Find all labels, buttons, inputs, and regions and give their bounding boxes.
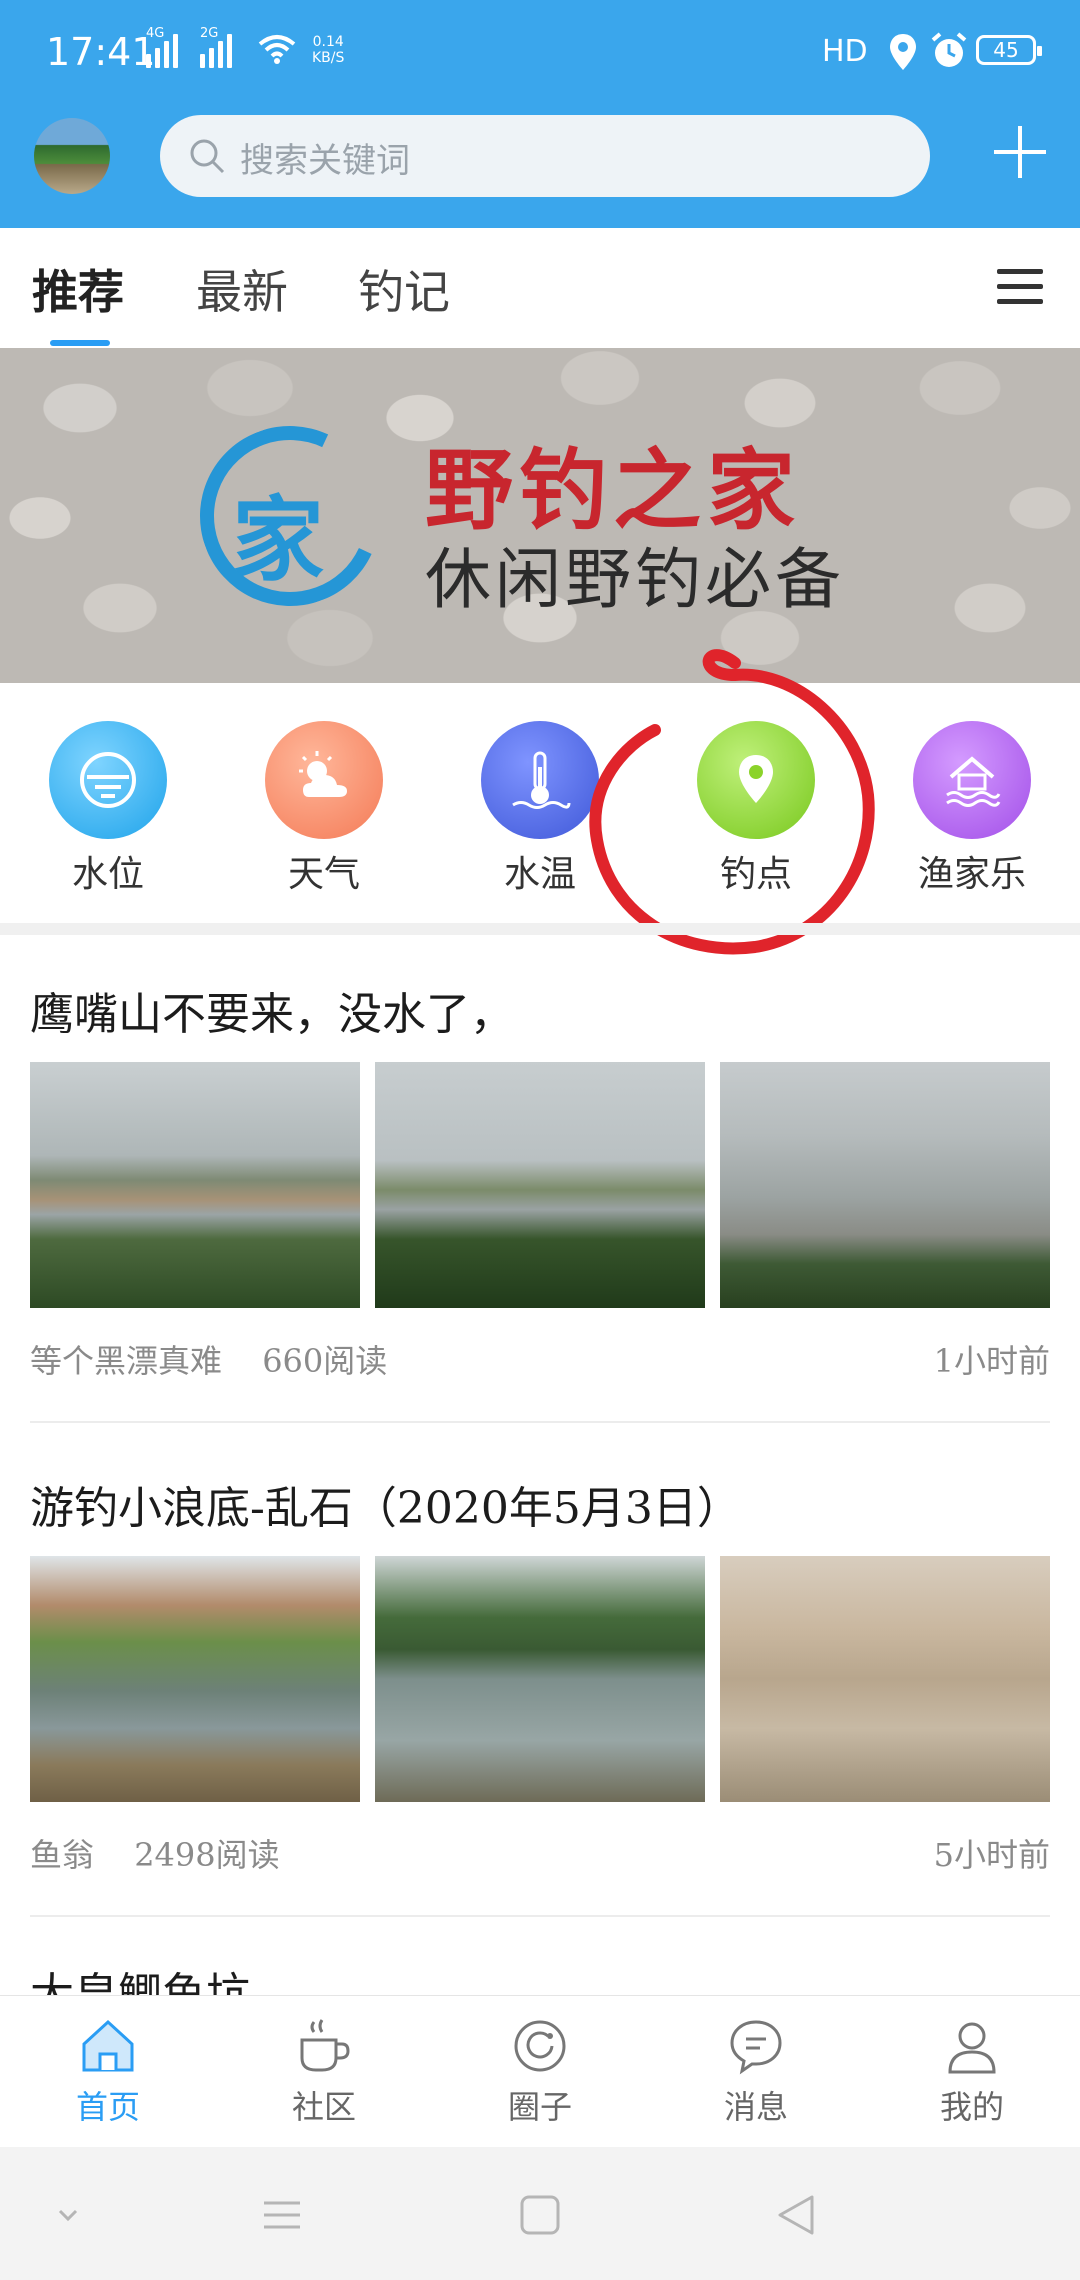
nav-label: 消息 (723, 2088, 788, 2126)
shortcut-label: 钓点 (719, 854, 792, 895)
home-icon (82, 2019, 134, 2072)
bottom-nav: 首页 社区 圈子 消息 我的 (0, 1995, 1080, 2147)
shortcut-label: 渔家乐 (917, 854, 1026, 895)
shortcut-water-temp[interactable]: 水温 (460, 721, 620, 897)
avatar[interactable] (34, 118, 110, 194)
post-reads: 2498阅读 (134, 1836, 280, 1874)
network-speed: 0.14 KB/S (312, 34, 345, 66)
add-button[interactable] (990, 122, 1050, 182)
message-icon (730, 2020, 782, 2075)
search-bar[interactable]: 搜索关键词 (160, 115, 930, 197)
water-level-icon (80, 752, 136, 808)
nav-home[interactable]: 首页 (28, 2014, 188, 2128)
post-title[interactable]: 游钓小浪底-乱石（2020年5月3日） (30, 1472, 741, 1536)
post-images (30, 1062, 1050, 1308)
coffee-cup-icon (300, 2019, 350, 2072)
shortcut-label: 天气 (287, 854, 360, 895)
tab-fishing-log[interactable]: 钓记 (358, 256, 450, 322)
post-image[interactable] (375, 1062, 705, 1308)
nav-profile[interactable]: 我的 (892, 2014, 1052, 2128)
post-image[interactable] (720, 1062, 1050, 1308)
nav-label: 我的 (939, 2088, 1004, 2126)
post-image[interactable] (375, 1556, 705, 1802)
status-bar: 17:41 4G 2G 0.14 KB/S HD 45 (0, 0, 1080, 108)
section-divider (0, 923, 1080, 935)
post-time: 5小时前 (933, 1836, 1050, 1874)
tab-recommend[interactable]: 推荐 (32, 256, 124, 322)
post-image[interactable] (30, 1556, 360, 1802)
system-nav-bar (0, 2147, 1080, 2280)
post-author: 等个黑漂真难 (30, 1342, 223, 1380)
signal-2g-icon: 2G (200, 26, 236, 68)
list-divider (30, 1421, 1050, 1423)
tab-latest[interactable]: 最新 (196, 256, 288, 322)
post-images (30, 1556, 1050, 1802)
battery-icon: 45 (976, 35, 1042, 65)
list-divider (30, 1915, 1050, 1917)
shortcut-weather[interactable]: 天气 (244, 721, 404, 897)
banner-subtitle: 休闲野钓必备 (425, 541, 845, 618)
shortcut-fishing-spot[interactable]: 钓点 (676, 721, 836, 897)
search-input[interactable]: 搜索关键词 (240, 133, 410, 182)
location-status-icon (890, 34, 916, 70)
nav-circle[interactable]: 圈子 (460, 2014, 620, 2128)
fishing-house-icon (946, 756, 1001, 807)
post-meta: 鱼翁 2498阅读 (30, 1830, 280, 1876)
weather-icon (299, 751, 347, 797)
post-title-partial[interactable]: 大皇鲫鱼坑 (30, 1965, 250, 1995)
post-time: 1小时前 (933, 1342, 1050, 1380)
active-tab-indicator (50, 340, 110, 346)
nav-messages[interactable]: 消息 (676, 2014, 836, 2128)
nav-label: 社区 (291, 2088, 356, 2126)
list-item[interactable]: 游钓小浪底-乱石（2020年5月3日） 鱼翁 2498阅读 5小时前 (0, 1472, 1080, 1917)
alarm-icon (931, 32, 967, 67)
nav-community[interactable]: 社区 (244, 2014, 404, 2128)
shortcut-fishing-house[interactable]: 渔家乐 (892, 721, 1052, 897)
post-reads: 660阅读 (262, 1342, 388, 1380)
nav-label: 圈子 (507, 2088, 572, 2126)
shortcut-label: 水温 (503, 854, 576, 895)
shortcut-label: 水位 (71, 854, 144, 895)
post-title[interactable]: 鹰嘴山不要来，没水了， (30, 978, 514, 1042)
post-author: 鱼翁 (30, 1836, 95, 1874)
user-icon (948, 2022, 996, 2074)
post-image[interactable] (30, 1062, 360, 1308)
app-header: 17:41 4G 2G 0.14 KB/S HD 45 搜索关键词 (0, 0, 1080, 228)
menu-icon[interactable] (994, 262, 1046, 314)
post-meta: 等个黑漂真难 660阅读 (30, 1336, 387, 1382)
home-square-icon[interactable] (518, 2193, 562, 2237)
menu-lines-icon[interactable] (260, 2193, 304, 2237)
tab-bar: 推荐 最新 钓记 (0, 228, 1080, 348)
circle-icon (514, 2020, 566, 2072)
nav-label: 首页 (75, 2088, 140, 2126)
shortcut-grid: 水位 天气 水温 钓点 渔家乐 (0, 683, 1080, 923)
search-icon (190, 139, 225, 174)
back-triangle-icon[interactable] (774, 2193, 818, 2237)
list-item[interactable]: 鹰嘴山不要来，没水了， 等个黑漂真难 660阅读 1小时前 (0, 978, 1080, 1423)
thermometer-icon (512, 751, 571, 809)
chevron-down-icon[interactable] (46, 2193, 90, 2237)
promo-banner[interactable]: 家 野钓之家 休闲野钓必备 (0, 348, 1080, 683)
hd-indicator: HD (822, 34, 868, 69)
wifi-icon (258, 35, 296, 64)
shortcut-water-level[interactable]: 水位 (28, 721, 188, 897)
location-pin-icon (739, 755, 773, 803)
post-image[interactable] (720, 1556, 1050, 1802)
status-time: 17:41 (46, 30, 156, 74)
signal-4g-icon: 4G (146, 26, 182, 68)
brand-logo-char: 家 (232, 487, 325, 594)
